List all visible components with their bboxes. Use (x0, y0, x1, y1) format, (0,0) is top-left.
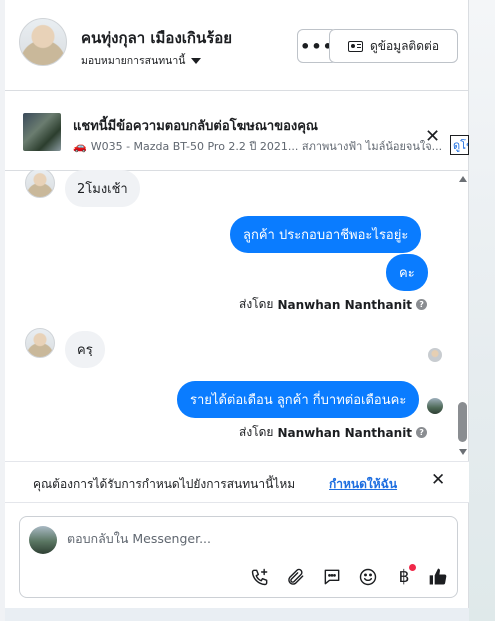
incoming-message[interactable]: 2โมงเช้า (65, 170, 140, 207)
conversation-panel: คนทุ่งกุลา เมืองเกินร้อย มอบหมายการสนทนา… (5, 0, 469, 608)
sent-by-prefix: ส่งโดย (239, 425, 274, 439)
seen-indicator-avatar (428, 348, 442, 362)
reply-input[interactable] (67, 531, 437, 546)
background-strip (469, 0, 495, 621)
view-contact-button[interactable]: ดูข้อมูลติดต่อ (329, 29, 458, 63)
emoji-icon[interactable] (357, 566, 379, 588)
sent-by-prefix: ส่งโดย (239, 297, 274, 311)
outgoing-message[interactable]: ลูกค้า ประกอบอาชีพอะไรอยู่ะ (230, 216, 422, 253)
assign-dropdown[interactable]: มอบหมายการสนทนานี้ (81, 52, 202, 69)
contact-avatar[interactable] (19, 18, 67, 66)
assign-to-me-link[interactable]: กำหนดให้ฉัน (329, 475, 397, 494)
ad-thumbnail[interactable] (23, 113, 61, 151)
notification-dot (409, 564, 416, 571)
help-icon[interactable]: ? (416, 299, 428, 310)
saved-reply-icon[interactable] (321, 566, 343, 588)
conversation-header: คนทุ่งกุลา เมืองเกินร้อย มอบหมายการสนทนา… (5, 0, 469, 90)
contact-avatar-small (25, 328, 55, 358)
close-banner-icon[interactable]: ✕ (425, 128, 440, 146)
contact-avatar-small (25, 170, 55, 198)
attach-icon[interactable] (285, 566, 307, 588)
page-avatar (29, 526, 57, 554)
message-list[interactable]: 2โมงเช้า ลูกค้า ประกอบอาชีพอะไรอยู่ะ คะ … (5, 170, 469, 460)
assign-reminder-text: คุณต้องการได้รับการกำหนดไปยังการสนทนานี้… (33, 477, 296, 491)
ad-banner-title: แชทนี้มีข้อความตอบกลับต่อโฆษณาของคุณ (73, 119, 318, 134)
like-icon[interactable] (427, 566, 449, 588)
caret-down-icon (191, 57, 202, 64)
help-icon[interactable]: ? (416, 427, 428, 438)
ad-subtitle-text: W035 - Mazda BT-50 Pro 2.2 ปี 2021... สภ… (90, 140, 443, 153)
scrollbar-thumb[interactable] (458, 402, 467, 442)
sent-by-label: ส่งโดย Nanwhan Nanthanit ? (239, 295, 428, 314)
view-ad-link[interactable]: ดูโฆษณา (450, 135, 469, 155)
ad-banner-subtitle: 🚗 W035 - Mazda BT-50 Pro 2.2 ปี 2021... … (73, 137, 453, 155)
close-reminder-icon[interactable]: ✕ (431, 472, 445, 489)
message-composer: ฿ (19, 516, 458, 598)
header-divider (5, 90, 469, 91)
car-icon: 🚗 (73, 139, 87, 153)
assign-reminder-bar: คุณต้องการได้รับการกำหนดไปยังการสนทนานี้… (5, 461, 469, 503)
scroll-up-arrow-icon[interactable] (459, 176, 467, 182)
incoming-message[interactable]: ครฺ (65, 331, 105, 368)
scroll-down-arrow-icon[interactable] (459, 449, 467, 455)
sent-by-label: ส่งโดย Nanwhan Nanthanit ? (239, 423, 428, 442)
seen-indicator-avatar (427, 398, 443, 414)
ad-reply-banner: แชทนี้มีข้อความตอบกลับต่อโฆษณาของคุณ 🚗 W… (5, 93, 469, 169)
assign-label: มอบหมายการสนทนานี้ (81, 55, 186, 67)
sender-name: Nanwhan Nanthanit (277, 425, 413, 440)
contact-card-icon (347, 40, 363, 52)
contact-name[interactable]: คนทุ่งกุลา เมืองเกินร้อย (81, 26, 232, 50)
sender-name: Nanwhan Nanthanit (277, 297, 413, 312)
call-add-icon[interactable] (249, 566, 271, 588)
outgoing-message[interactable]: รายได้ต่อเดือน ลูกค้า กี่บาทต่อเดือนคะ (177, 381, 420, 418)
outgoing-message[interactable]: คะ (386, 254, 428, 291)
baht-payment-icon[interactable]: ฿ (393, 564, 416, 588)
baht-symbol: ฿ (398, 567, 410, 587)
view-contact-label: ดูข้อมูลติดต่อ (369, 38, 440, 53)
